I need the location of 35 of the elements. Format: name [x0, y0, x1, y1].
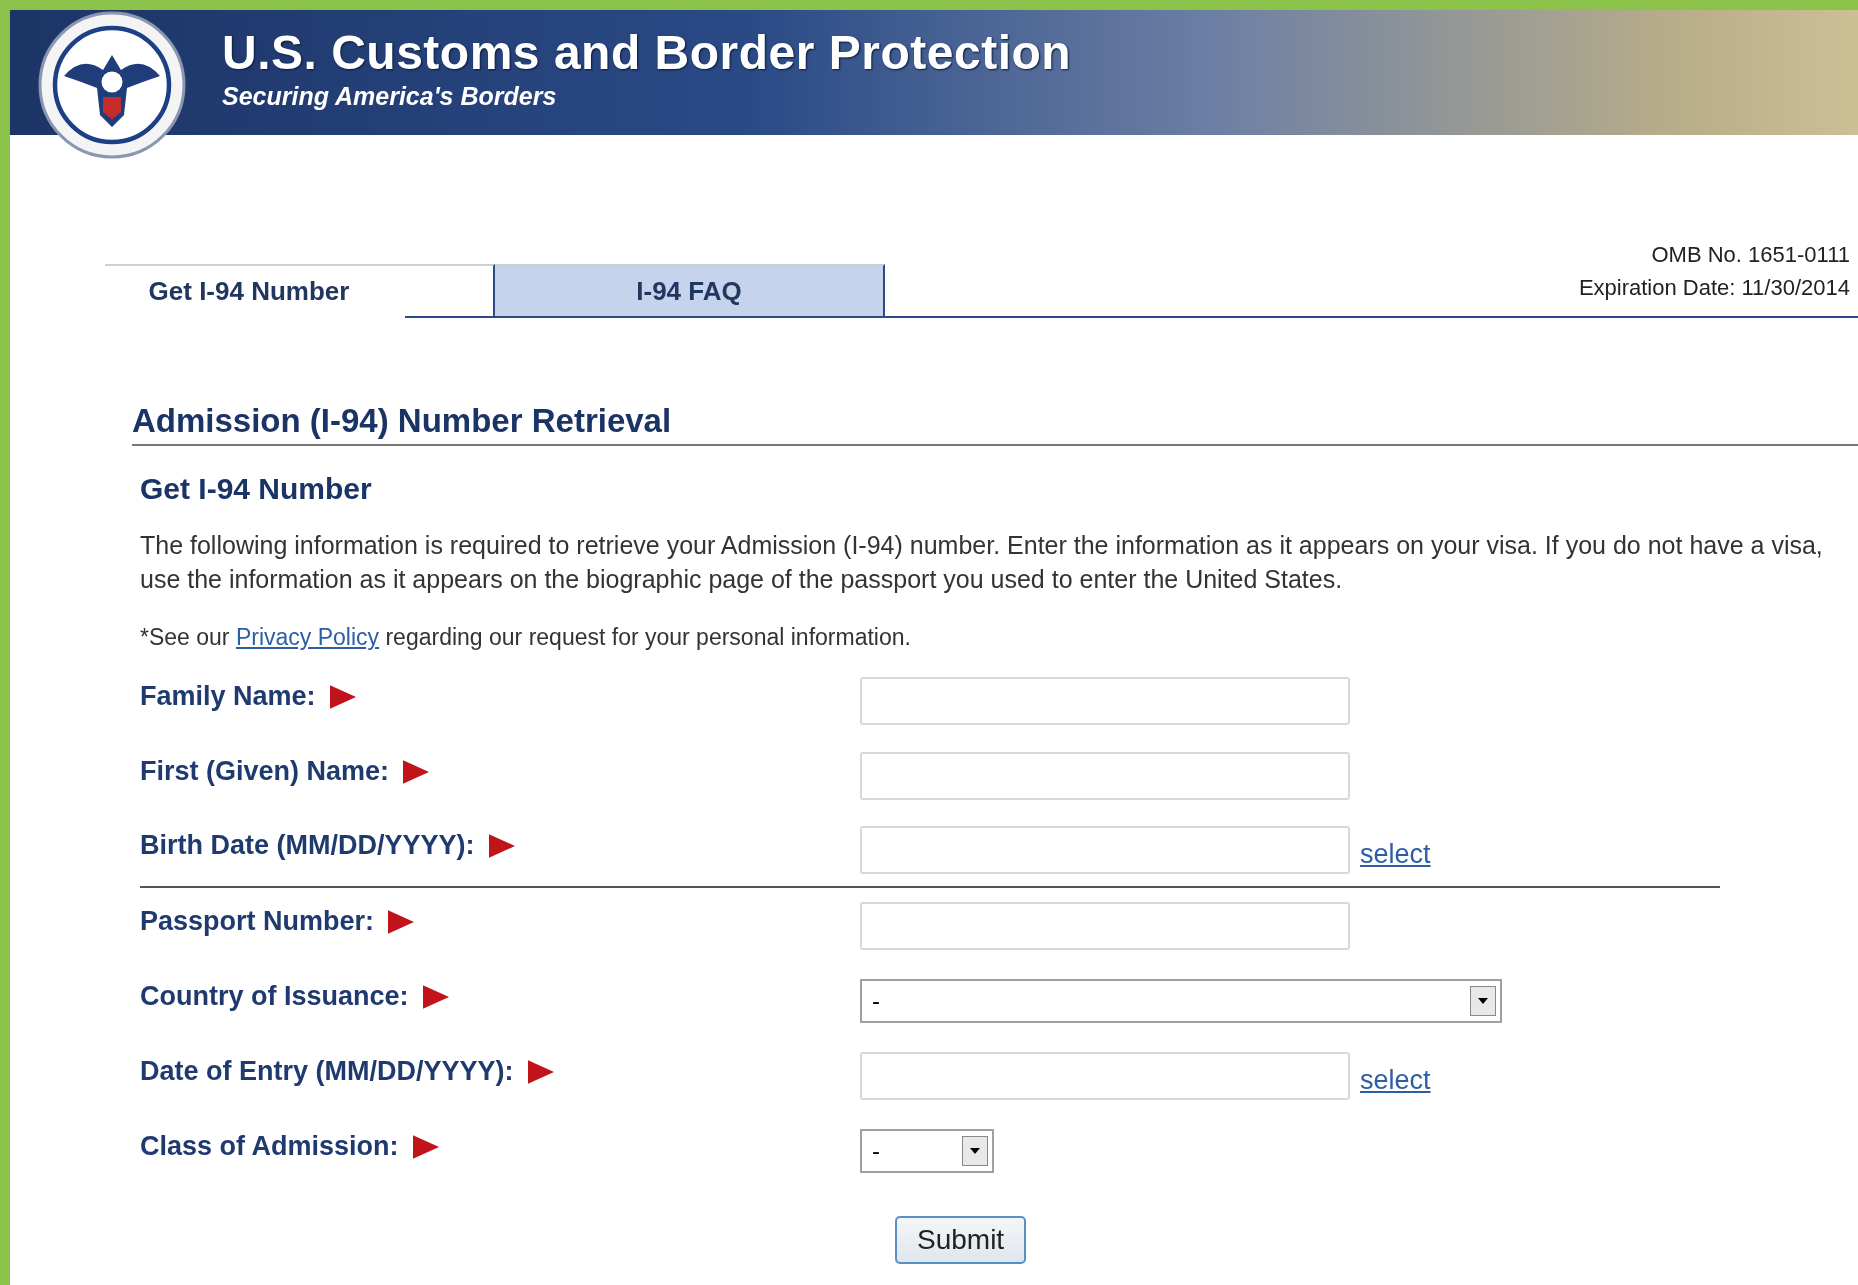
required-arrow-icon: [388, 909, 415, 934]
required-arrow-icon: [422, 984, 449, 1009]
page-heading: Admission (I-94) Number Retrieval: [132, 402, 1858, 446]
intro-paragraph: The following information is required to retrieve your Admission (I-94) number. Enter the information as it appears on your visa. If you do not have a visa, use the information as it appears on the biographic page of the passport you used to enter the United States.: [140, 530, 1824, 595]
required-arrow-icon: [488, 833, 515, 858]
required-arrow-icon: [527, 1059, 554, 1084]
date-field[interactable]: [860, 1051, 1350, 1100]
field-label: Passport Number:: [140, 906, 375, 937]
submit-button[interactable]: Submit: [895, 1216, 1027, 1264]
select-date-link[interactable]: select: [1360, 1065, 1431, 1096]
field-label: Date of Entry (MM/DD/YYYY):: [140, 1056, 514, 1087]
field-label: Class of Admission:: [140, 1131, 399, 1162]
field-label: Birth Date (MM/DD/YYYY):: [140, 830, 475, 861]
dropdown-field[interactable]: -: [860, 1128, 994, 1173]
dropdown-field[interactable]: -: [860, 978, 1502, 1023]
select-date-link[interactable]: select: [1360, 839, 1431, 870]
field-label: First (Given) Name:: [140, 756, 390, 787]
expiration-date: Expiration Date: 11/30/2014: [1578, 274, 1850, 302]
text-field[interactable]: [860, 676, 1350, 725]
tab[interactable]: Get I-94 Number: [105, 264, 495, 316]
required-arrow-icon: [329, 684, 356, 709]
omb-number: OMB No. 1651-0111: [1650, 241, 1850, 269]
site-title: U.S. Customs and Border Protection: [222, 24, 1072, 80]
required-arrow-icon: [412, 1134, 439, 1159]
field-label: Family Name:: [140, 681, 316, 712]
date-field[interactable]: [860, 825, 1350, 874]
tab[interactable]: I-94 FAQ: [495, 264, 885, 316]
field-label: Country of Issuance:: [140, 981, 409, 1012]
section-heading: Get I-94 Number: [140, 472, 373, 506]
text-field[interactable]: [860, 751, 1350, 800]
privacy-policy-link[interactable]: Privacy Policy: [235, 624, 380, 650]
required-arrow-icon: [403, 759, 430, 784]
text-field[interactable]: [860, 901, 1350, 950]
privacy-note: *See our Privacy Policy regarding our request for your personal information.: [140, 624, 912, 651]
site-tagline: Securing America's Borders: [222, 81, 558, 111]
